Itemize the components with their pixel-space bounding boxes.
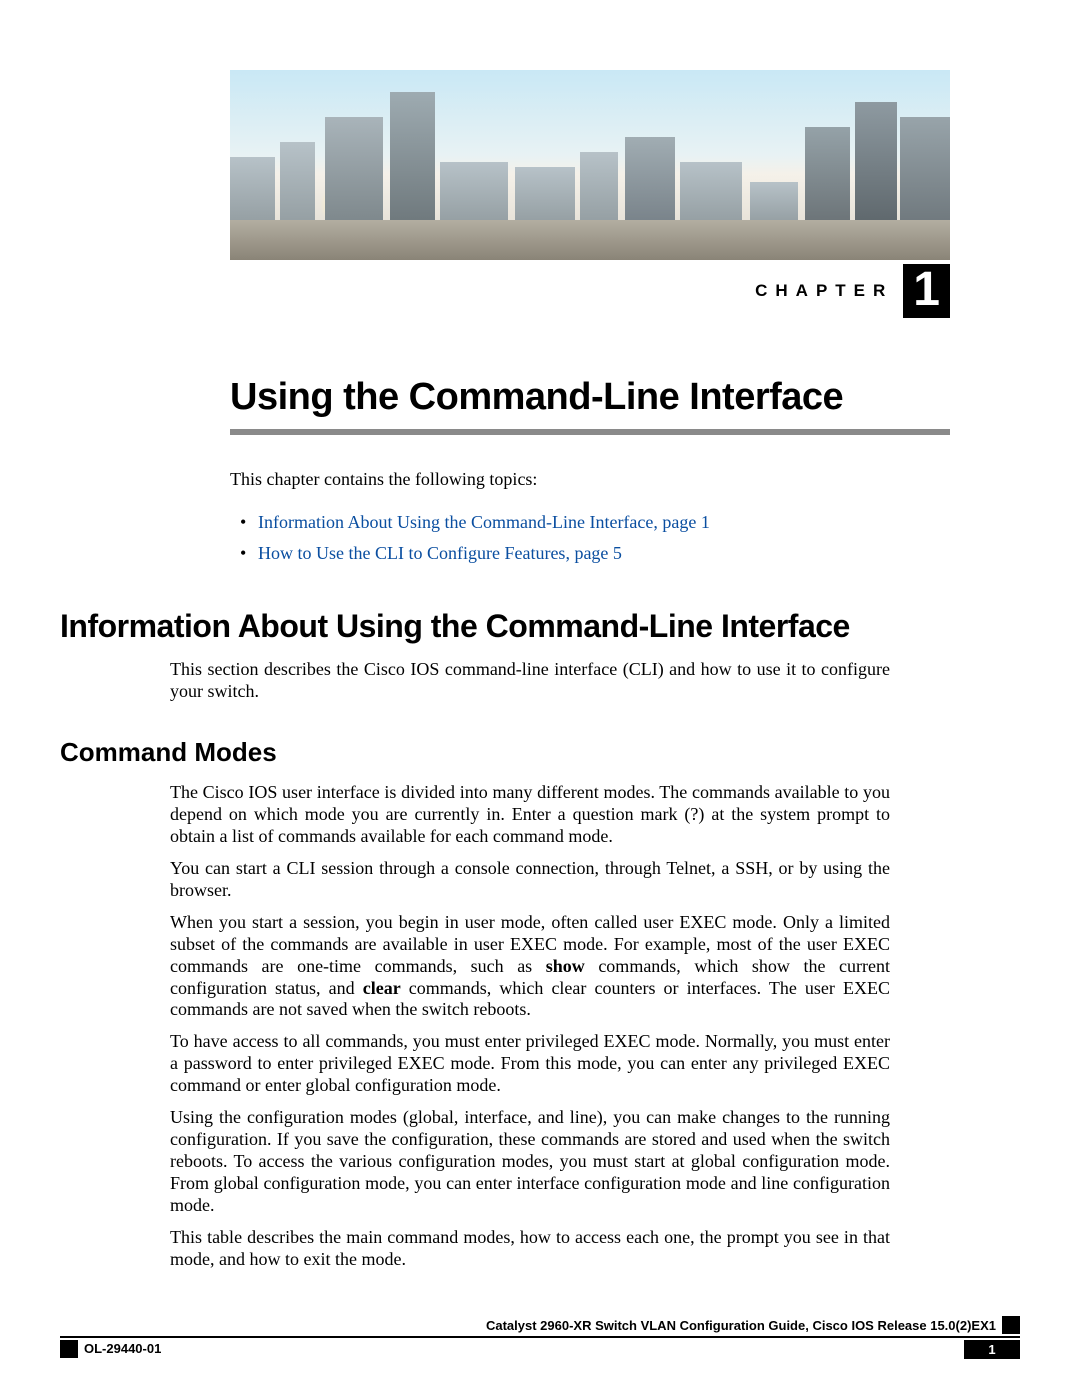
page-root: CHAPTER 1 Using the Command-Line Interfa…	[0, 0, 1080, 564]
footer-doc-title: Catalyst 2960-XR Switch VLAN Configurati…	[486, 1318, 996, 1333]
body-paragraph: You can start a CLI session through a co…	[170, 858, 890, 902]
footer-document-id: OL-29440-01	[84, 1340, 161, 1356]
topic-link-1[interactable]: Information About Using the Command-Line…	[258, 512, 710, 532]
topic-link-item: Information About Using the Command-Line…	[258, 512, 950, 533]
footer-cap-icon	[60, 1340, 78, 1358]
bold-show: show	[546, 956, 585, 976]
chapter-indicator: CHAPTER 1	[230, 264, 950, 318]
chapter-banner-image	[230, 70, 950, 260]
page-footer: Catalyst 2960-XR Switch VLAN Configurati…	[60, 1316, 1020, 1359]
body-paragraph: When you start a session, you begin in u…	[170, 912, 890, 1022]
body-paragraph: Using the configuration modes (global, i…	[170, 1107, 890, 1217]
bold-clear: clear	[363, 978, 401, 998]
title-rule	[230, 429, 950, 435]
body-paragraph: This table describes the main command mo…	[170, 1227, 890, 1271]
body-paragraph: The Cisco IOS user interface is divided …	[170, 782, 890, 848]
section-heading-info-about-cli: Information About Using the Command-Line…	[60, 608, 1020, 645]
section-intro: This section describes the Cisco IOS com…	[170, 659, 890, 703]
chapter-title: Using the Command-Line Interface	[230, 376, 1020, 419]
topic-list: Information About Using the Command-Line…	[230, 512, 950, 564]
footer-rule	[60, 1336, 1020, 1338]
body-paragraph: To have access to all commands, you must…	[170, 1031, 890, 1097]
footer-page-number: 1	[964, 1340, 1020, 1359]
chapter-title-block: Using the Command-Line Interface	[230, 376, 1020, 435]
chapter-intro: This chapter contains the following topi…	[230, 469, 950, 490]
topic-link-item: How to Use the CLI to Configure Features…	[258, 543, 950, 564]
topic-link-2[interactable]: How to Use the CLI to Configure Features…	[258, 543, 622, 563]
chapter-label: CHAPTER	[755, 281, 893, 301]
footer-cap-icon	[1002, 1316, 1020, 1334]
chapter-number: 1	[903, 264, 950, 318]
section-heading-command-modes: Command Modes	[60, 737, 1020, 768]
